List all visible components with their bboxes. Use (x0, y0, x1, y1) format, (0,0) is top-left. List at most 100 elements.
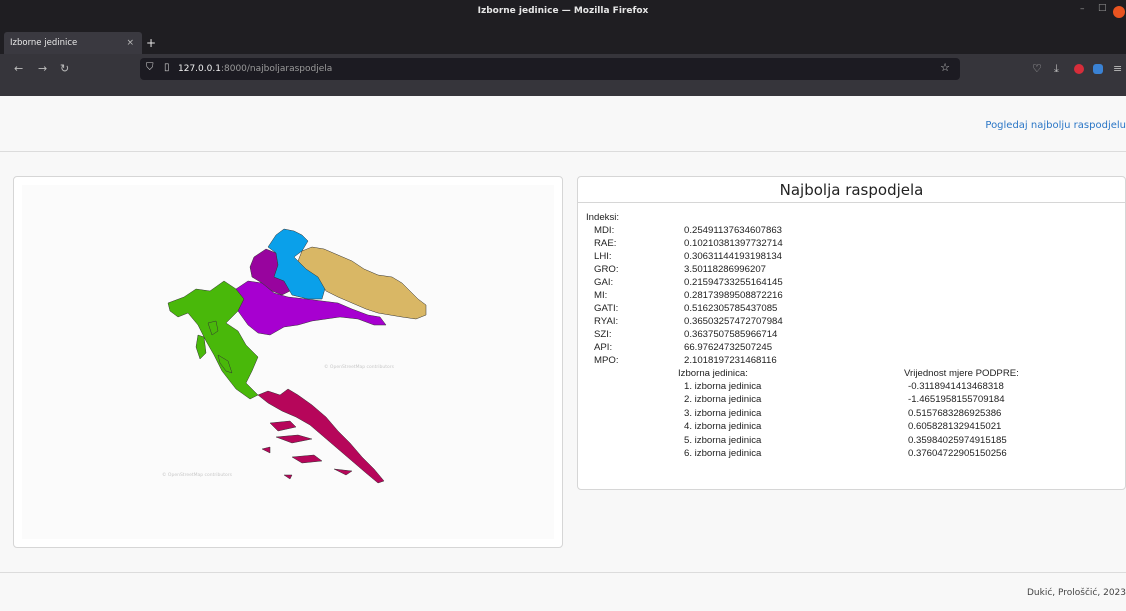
result-title: Najbolja raspodjela (578, 177, 1125, 203)
download-icon[interactable]: ⤓ (1054, 54, 1059, 84)
page-header: Pogledaj najbolju raspodjelu (0, 96, 1126, 152)
index-value: 0.28173989508872216 (684, 290, 783, 301)
tab-izborne-jedinice[interactable]: Izborne jedinice × (4, 32, 142, 54)
reload-icon[interactable]: ↻ (60, 54, 69, 84)
island-vis (261, 446, 271, 454)
index-key: RYAI: (594, 316, 619, 327)
page-content: Pogledaj najbolju raspodjelu © OpenStree… (0, 96, 1126, 611)
back-icon[interactable]: ← (14, 54, 23, 84)
unit-name: 4. izborna jedinica (684, 421, 762, 433)
unit-row: 6. izborna jedinica 0.37604722905150256 (586, 447, 1125, 460)
index-key: MDI: (594, 225, 615, 236)
toolbar-spacer (0, 84, 1126, 96)
unit-name: 5. izborna jedinica (684, 434, 762, 446)
best-distribution-link[interactable]: Pogledaj najbolju raspodjelu (985, 120, 1126, 131)
page-icon[interactable]: ▯ (164, 62, 170, 73)
address-bar[interactable]: ⛉ ▯ 127.0.0.1:8000/najboljaraspodjela ☆ (140, 58, 960, 80)
index-key: RAE: (594, 238, 617, 249)
index-key: MPO: (594, 355, 619, 366)
index-key: API: (594, 342, 613, 353)
unit-row: 4. izborna jedinica 0.6058281329415021 (586, 420, 1125, 433)
unit-row: 5. izborna jedinica 0.35984025974915185 (586, 434, 1125, 447)
index-row: GRO: 3.50118286996207 (586, 263, 1125, 276)
close-tab-icon[interactable]: × (126, 32, 134, 54)
index-value: 66.97624732507245 (684, 342, 773, 353)
index-value: 0.25491137634607863 (684, 225, 782, 236)
index-key: GRO: (594, 264, 619, 275)
pocket-icon[interactable]: ♡ (1032, 54, 1042, 84)
unit-row: 1. izborna jedinica -0.3118941413468318 (586, 380, 1125, 393)
url-path: :8000/najboljaraspodjela (220, 64, 333, 74)
result-card: Najbolja raspodjela Indeksi: MDI: 0.25491… (577, 176, 1126, 490)
island-lastovo (283, 474, 293, 480)
unit-value: 0.5157683286925386 (908, 407, 1002, 419)
index-row: MPO: 2.1018197231468116 (586, 354, 1125, 367)
index-value: 0.5162305785437085 (684, 303, 778, 314)
maximize-icon[interactable]: □ (1098, 3, 1107, 13)
index-value: 0.10210381397732714 (684, 238, 783, 249)
map-card: © OpenStreetMap contributors © OpenStree… (13, 176, 563, 548)
forward-icon[interactable]: → (38, 54, 47, 84)
window-title: Izborne jedinice — Mozilla Firefox (477, 6, 649, 16)
index-key: SZI: (594, 329, 612, 340)
shield-icon[interactable]: ⛉ (146, 62, 154, 73)
croatia-map[interactable]: © OpenStreetMap contributors © OpenStree… (22, 185, 554, 539)
island-hvar (275, 434, 313, 444)
index-value: 2.1018197231468116 (684, 355, 777, 366)
index-row: SZI: 0.3637507585966714 (586, 328, 1125, 341)
index-value: 0.21594733255164145 (684, 277, 783, 288)
units-list: 1. izborna jedinica -0.3118941413468318 2.… (586, 380, 1125, 460)
index-value: 0.3637507585966714 (684, 329, 778, 340)
index-value: 0.30631144193198134 (684, 251, 782, 262)
unit-name: 1. izborna jedinica (684, 381, 762, 392)
map-watermark: © OpenStreetMap contributors (162, 471, 233, 478)
index-key: GATI: (594, 303, 619, 314)
unit-column-header: Izborna jedinica: (678, 368, 748, 379)
index-key: LHI: (594, 251, 612, 262)
extension-icon[interactable] (1074, 64, 1084, 74)
index-row: LHI: 0.30631144193198134 (586, 250, 1125, 263)
island-brac (269, 420, 297, 432)
minimize-icon[interactable]: – (1080, 4, 1085, 14)
unit-value: -0.3118941413468318 (908, 381, 1004, 392)
map-watermark: © OpenStreetMap contributors (324, 363, 395, 370)
window-titlebar: Izborne jedinice — Mozilla Firefox – □ (0, 0, 1126, 32)
index-value: 3.50118286996207 (684, 264, 766, 275)
unit-name: 6. izborna jedinica (684, 447, 762, 459)
island-mljet (333, 468, 353, 476)
index-row: GATI: 0.5162305785437085 (586, 302, 1125, 315)
tab-label: Izborne jedinice (10, 38, 78, 48)
unit-value: -1.4651958155709184 (908, 394, 1005, 406)
index-key: GAI: (594, 277, 614, 288)
index-row: RAE: 0.10210381397732714 (586, 237, 1125, 250)
url-text[interactable]: 127.0.0.1:8000/najboljaraspodjela (178, 58, 332, 80)
map-container[interactable]: © OpenStreetMap contributors © OpenStree… (22, 185, 554, 539)
unit-row: 3. izborna jedinica 0.5157683286925386 (586, 407, 1125, 420)
electoral-unit-6-region[interactable] (257, 388, 385, 484)
footer-credits: Dukić, Prološčić, 2023 (1026, 588, 1126, 598)
indices-list: MDI: 0.25491137634607863 RAE: 0.10210381397… (586, 224, 1125, 367)
index-row: API: 66.97624732507245 (586, 341, 1125, 354)
star-icon[interactable]: ☆ (940, 61, 950, 74)
unit-row: 2. izborna jedinica -1.4651958155709184 (586, 393, 1125, 406)
island-korcula (291, 454, 323, 464)
unit-value: 0.6058281329415021 (908, 421, 1002, 433)
close-window-icon[interactable] (1113, 6, 1125, 18)
page-footer: Dukić, Prološčić, 2023 (0, 572, 1126, 611)
tab-strip: Izborne jedinice × + (0, 32, 1126, 54)
result-body: Indeksi: MDI: 0.25491137634607863 RAE: 0.10… (586, 211, 1125, 460)
unit-value: 0.35984025974915185 (908, 434, 1007, 446)
menu-icon[interactable]: ≡ (1113, 54, 1122, 84)
index-value: 0.36503257472707984 (684, 316, 783, 327)
index-row: GAI: 0.21594733255164145 (586, 276, 1125, 289)
units-header-row: Izborna jedinica: Vrijednost mjere PODPR… (586, 367, 1125, 380)
unit-value: 0.37604722905150256 (908, 447, 1007, 459)
indices-label: Indeksi: (586, 212, 620, 223)
unit-name: 2. izborna jedinica (684, 394, 762, 406)
new-tab-button[interactable]: + (146, 32, 156, 54)
url-host: 127.0.0.1 (178, 64, 221, 74)
unit-name: 3. izborna jedinica (684, 407, 762, 419)
index-row: RYAI: 0.36503257472707984 (586, 315, 1125, 328)
index-key: MI: (594, 290, 608, 301)
translate-extension-icon[interactable] (1093, 64, 1103, 74)
